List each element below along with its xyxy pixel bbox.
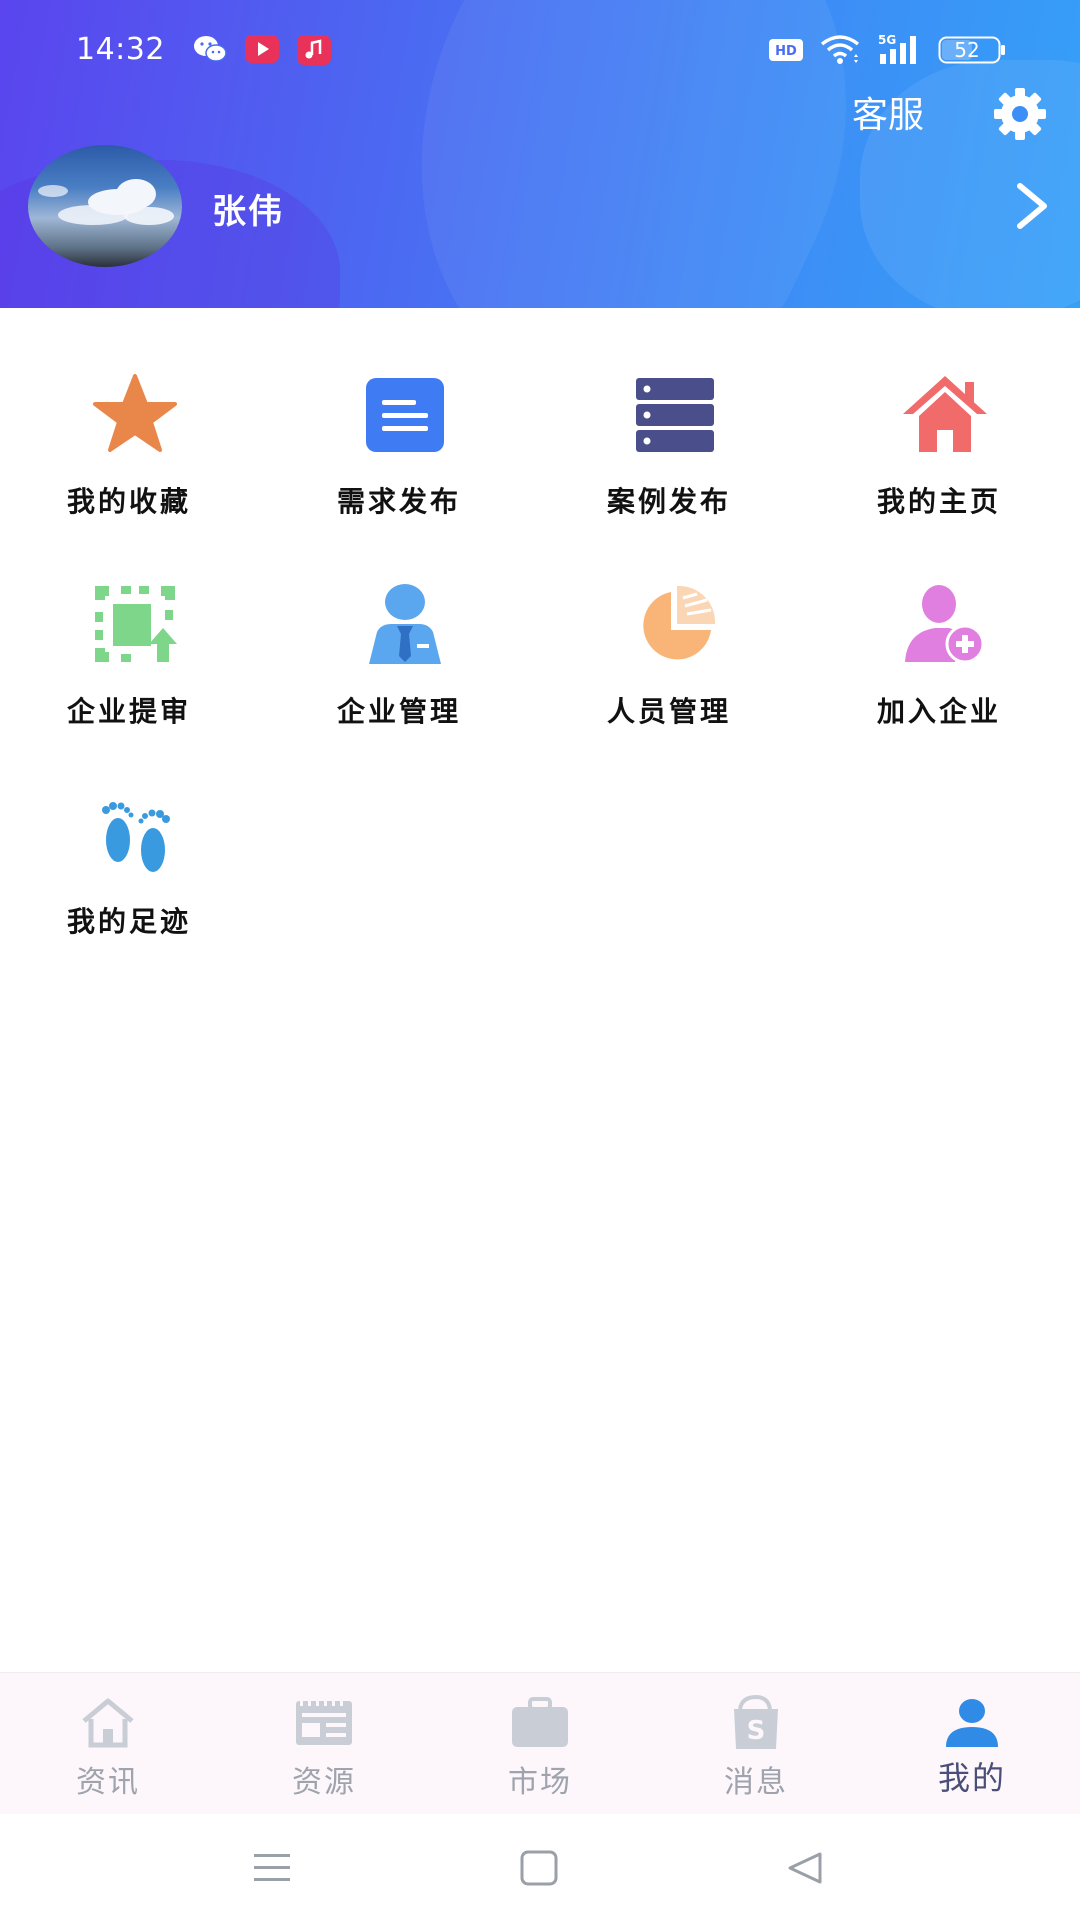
person-icon xyxy=(946,1699,998,1747)
upload-frame-icon xyxy=(95,586,177,662)
svg-text:HD: HD xyxy=(775,44,797,59)
wifi-icon xyxy=(820,35,860,64)
menu-item-footprints[interactable]: 我的足迹 xyxy=(0,728,270,938)
chevron-right-icon[interactable] xyxy=(1012,180,1052,232)
home-square-icon[interactable] xyxy=(518,1848,562,1888)
svg-text:5G: 5G xyxy=(878,33,896,47)
tab-label: 消息 xyxy=(724,1765,788,1800)
menu-item-label: 企业提审 xyxy=(66,695,191,728)
newspaper-icon xyxy=(296,1701,352,1745)
server-stack-icon xyxy=(636,378,714,452)
tab-market[interactable]: 市场 xyxy=(432,1673,648,1815)
home-outline-icon xyxy=(82,1698,134,1748)
tab-label: 资源 xyxy=(292,1765,356,1800)
bottom-tab-bar: 资讯 资源 市场 S 消息 我的 xyxy=(0,1672,1080,1815)
battery-icon: 52 xyxy=(938,36,1008,64)
settings-gear-icon[interactable] xyxy=(990,84,1050,144)
menu-item-label: 人员管理 xyxy=(606,695,731,728)
menu-item-enterprise-review[interactable]: 企业提审 xyxy=(0,518,270,728)
menu-item-favorites[interactable]: 我的收藏 xyxy=(0,308,270,518)
battery-level: 52 xyxy=(954,38,980,62)
menu-item-label: 加入企业 xyxy=(876,695,1001,728)
tab-mine[interactable]: 我的 xyxy=(864,1673,1080,1815)
status-bar: 14:32 HD 5G 52 xyxy=(0,0,1080,100)
shopping-bag-icon: S xyxy=(734,1695,778,1749)
username[interactable]: 张伟 xyxy=(212,184,284,233)
tab-resources[interactable]: 资源 xyxy=(216,1673,432,1815)
businessman-icon xyxy=(369,584,441,664)
cellular-5g-icon: 5G xyxy=(878,33,916,64)
system-nav-bar xyxy=(0,1814,1080,1920)
tab-label: 市场 xyxy=(508,1765,572,1800)
tab-messages[interactable]: S 消息 xyxy=(648,1673,864,1815)
back-triangle-icon[interactable] xyxy=(784,1848,828,1888)
menu-item-label: 案例发布 xyxy=(606,485,731,518)
menu-item-label: 企业管理 xyxy=(336,695,461,728)
tab-news[interactable]: 资讯 xyxy=(0,1673,216,1815)
menu-item-label: 我的主页 xyxy=(876,485,1001,518)
menu-item-demand-publish[interactable]: 需求发布 xyxy=(270,308,540,518)
user-add-icon xyxy=(905,585,985,664)
menu-item-staff-management[interactable]: 人员管理 xyxy=(540,518,810,728)
pie-chart-icon xyxy=(643,585,716,660)
menu-item-case-publish[interactable]: 案例发布 xyxy=(540,308,810,518)
menu-item-label: 我的收藏 xyxy=(66,485,191,518)
footprints-icon xyxy=(102,802,170,872)
briefcase-icon xyxy=(512,1697,568,1747)
tab-label: 我的 xyxy=(937,1759,1006,1797)
menu-item-label: 我的足迹 xyxy=(66,905,191,938)
menu-item-join-enterprise[interactable]: 加入企业 xyxy=(810,518,1080,728)
menu-item-label: 需求发布 xyxy=(336,485,461,518)
status-time: 14:32 xyxy=(76,32,165,67)
document-lines-icon xyxy=(366,378,444,452)
menu-icon[interactable] xyxy=(250,1848,294,1888)
tab-label: 资讯 xyxy=(76,1765,140,1800)
menu-item-enterprise-management[interactable]: 企业管理 xyxy=(270,518,540,728)
customer-service-button[interactable]: 客服 xyxy=(852,86,924,138)
hd-icon: HD xyxy=(769,39,803,61)
wechat-icon xyxy=(194,36,227,62)
star-icon xyxy=(93,374,177,452)
house-icon xyxy=(903,376,987,452)
profile-header: 14:32 HD 5G 52 客服 张伟 xyxy=(0,0,1080,308)
menu-item-my-homepage[interactable]: 我的主页 xyxy=(810,308,1080,518)
music-app-icon xyxy=(297,35,331,65)
svg-text:S: S xyxy=(747,1716,766,1746)
avatar[interactable] xyxy=(28,145,182,267)
video-app-icon xyxy=(245,35,279,63)
